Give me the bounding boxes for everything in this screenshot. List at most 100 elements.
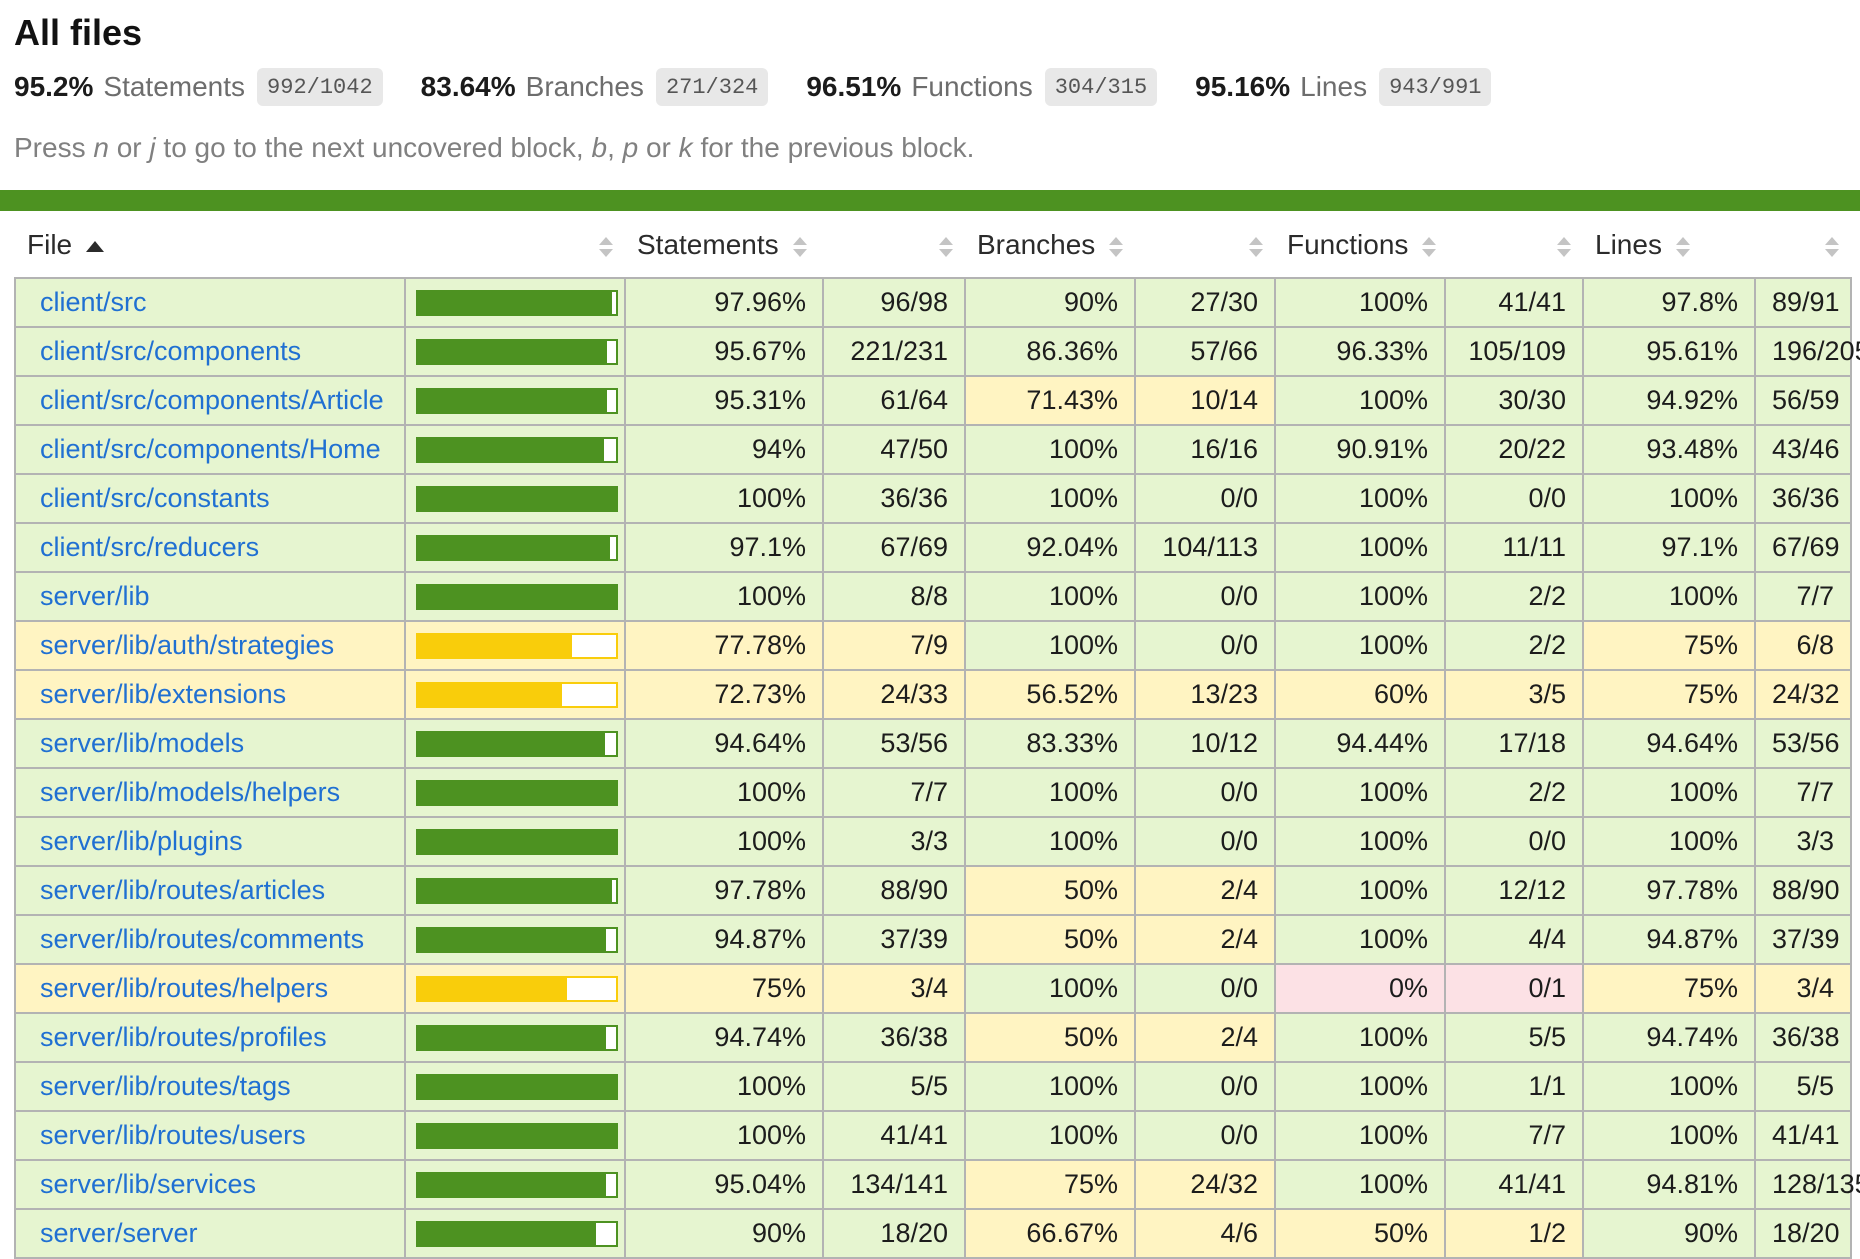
statements-label: Statements (103, 71, 245, 103)
table-row: server/lib/routes/helpers75%3/4100%0/00%… (15, 964, 1851, 1013)
branches-percent-cell: 100% (965, 964, 1135, 1013)
file-link[interactable]: server/lib/extensions (40, 679, 286, 709)
coverage-bar-fill (418, 488, 616, 510)
file-link[interactable]: server/lib/auth/strategies (40, 630, 334, 660)
branches-fraction-cell: 2/4 (1135, 866, 1275, 915)
lines-percent-cell: 93.48% (1583, 425, 1755, 474)
col-header-statements[interactable]: Statements (625, 211, 823, 278)
col-header-statements-raw[interactable] (823, 211, 965, 278)
statements-fraction-cell: 7/9 (823, 621, 965, 670)
file-link[interactable]: server/lib/routes/articles (40, 875, 325, 905)
file-link[interactable]: server/server (40, 1218, 198, 1248)
metric-functions: 96.51% Functions 304/315 (806, 68, 1157, 106)
sort-icon (1249, 237, 1263, 257)
table-row: server/lib/models94.64%53/5683.33%10/129… (15, 719, 1851, 768)
col-header-branches-raw[interactable] (1135, 211, 1275, 278)
sort-icon (1557, 237, 1571, 257)
statements-percent-cell: 95.04% (625, 1160, 823, 1209)
branches-fraction-cell: 0/0 (1135, 474, 1275, 523)
branches-percent-cell: 100% (965, 572, 1135, 621)
branches-percent-cell: 50% (965, 1013, 1135, 1062)
branches-percent-cell: 66.67% (965, 1209, 1135, 1258)
branches-fraction-cell: 10/12 (1135, 719, 1275, 768)
file-cell: server/server (15, 1209, 405, 1258)
file-link[interactable]: client/src/constants (40, 483, 270, 513)
coverage-bar (416, 437, 618, 463)
lines-percent-cell: 100% (1583, 768, 1755, 817)
col-header-functions-raw[interactable] (1445, 211, 1583, 278)
keyboard-hint: Press n or j to go to the next uncovered… (14, 132, 1846, 164)
file-link[interactable]: server/lib/routes/helpers (40, 973, 328, 1003)
statements-percent-cell: 100% (625, 768, 823, 817)
coverage-bar-cell (405, 1209, 625, 1258)
sort-icon (599, 237, 613, 257)
functions-fraction-cell: 105/109 (1445, 327, 1583, 376)
file-link[interactable]: server/lib/plugins (40, 826, 243, 856)
branches-percent: 83.64% (421, 71, 516, 103)
lines-percent-cell: 75% (1583, 670, 1755, 719)
statements-fraction-cell: 36/36 (823, 474, 965, 523)
functions-percent-cell: 96.33% (1275, 327, 1445, 376)
coverage-bar (416, 829, 618, 855)
lines-percent-cell: 97.1% (1583, 523, 1755, 572)
file-link[interactable]: server/lib/routes/comments (40, 924, 364, 954)
functions-fraction-cell: 1/2 (1445, 1209, 1583, 1258)
file-link[interactable]: server/lib/models (40, 728, 244, 758)
file-cell: client/src/components/Article (15, 376, 405, 425)
statements-fraction-cell: 18/20 (823, 1209, 965, 1258)
statements-fraction-cell: 47/50 (823, 425, 965, 474)
col-header-functions[interactable]: Functions (1275, 211, 1445, 278)
file-link[interactable]: client/src/reducers (40, 532, 259, 562)
lines-fraction-cell: 24/32 (1755, 670, 1851, 719)
col-header-branches[interactable]: Branches (965, 211, 1135, 278)
table-row: server/lib100%8/8100%0/0100%2/2100%7/7 (15, 572, 1851, 621)
coverage-bar (416, 388, 618, 414)
col-header-file[interactable]: File (15, 211, 405, 278)
file-link[interactable]: server/lib (40, 581, 150, 611)
col-header-bar[interactable] (405, 211, 625, 278)
coverage-bar-cell (405, 817, 625, 866)
branches-fraction-cell: 104/113 (1135, 523, 1275, 572)
lines-percent-cell: 94.74% (1583, 1013, 1755, 1062)
col-header-lines[interactable]: Lines (1583, 211, 1755, 278)
statements-fraction-cell: 41/41 (823, 1111, 965, 1160)
lines-fraction-cell: 3/4 (1755, 964, 1851, 1013)
col-header-lines-raw[interactable] (1755, 211, 1851, 278)
functions-fraction-cell: 41/41 (1445, 1160, 1583, 1209)
file-cell: client/src/components (15, 327, 405, 376)
lines-percent-cell: 95.61% (1583, 327, 1755, 376)
file-link[interactable]: server/lib/routes/tags (40, 1071, 291, 1101)
lines-fraction-cell: 67/69 (1755, 523, 1851, 572)
file-link[interactable]: server/lib/models/helpers (40, 777, 340, 807)
branches-fraction-cell: 0/0 (1135, 621, 1275, 670)
branches-fraction-cell: 4/6 (1135, 1209, 1275, 1258)
coverage-bar (416, 1221, 618, 1247)
branches-percent-cell: 100% (965, 474, 1135, 523)
statements-percent-cell: 97.96% (625, 278, 823, 327)
lines-fraction-cell: 89/91 (1755, 278, 1851, 327)
coverage-bar (416, 633, 618, 659)
file-link[interactable]: server/lib/services (40, 1169, 256, 1199)
table-row: client/src/components/Article95.31%61/64… (15, 376, 1851, 425)
file-link[interactable]: client/src/components/Article (40, 385, 384, 415)
coverage-bar-fill (418, 390, 607, 412)
coverage-bar (416, 731, 618, 757)
table-row: server/lib/routes/articles97.78%88/9050%… (15, 866, 1851, 915)
file-link[interactable]: server/lib/routes/users (40, 1120, 306, 1150)
file-cell: server/lib/models/helpers (15, 768, 405, 817)
coverage-bar-cell (405, 1111, 625, 1160)
branches-percent-cell: 100% (965, 1062, 1135, 1111)
statements-percent-cell: 94.87% (625, 915, 823, 964)
functions-percent-cell: 100% (1275, 768, 1445, 817)
col-header-functions-label: Functions (1287, 229, 1408, 260)
file-link[interactable]: client/src/components/Home (40, 434, 381, 464)
lines-fraction-cell: 37/39 (1755, 915, 1851, 964)
functions-percent-cell: 100% (1275, 915, 1445, 964)
file-link[interactable]: server/lib/routes/profiles (40, 1022, 327, 1052)
lines-fraction-cell: 7/7 (1755, 768, 1851, 817)
table-row: server/lib/routes/tags100%5/5100%0/0100%… (15, 1062, 1851, 1111)
file-link[interactable]: client/src (40, 287, 147, 317)
functions-fraction-cell: 5/5 (1445, 1013, 1583, 1062)
file-link[interactable]: client/src/components (40, 336, 301, 366)
file-cell: server/lib/routes/profiles (15, 1013, 405, 1062)
